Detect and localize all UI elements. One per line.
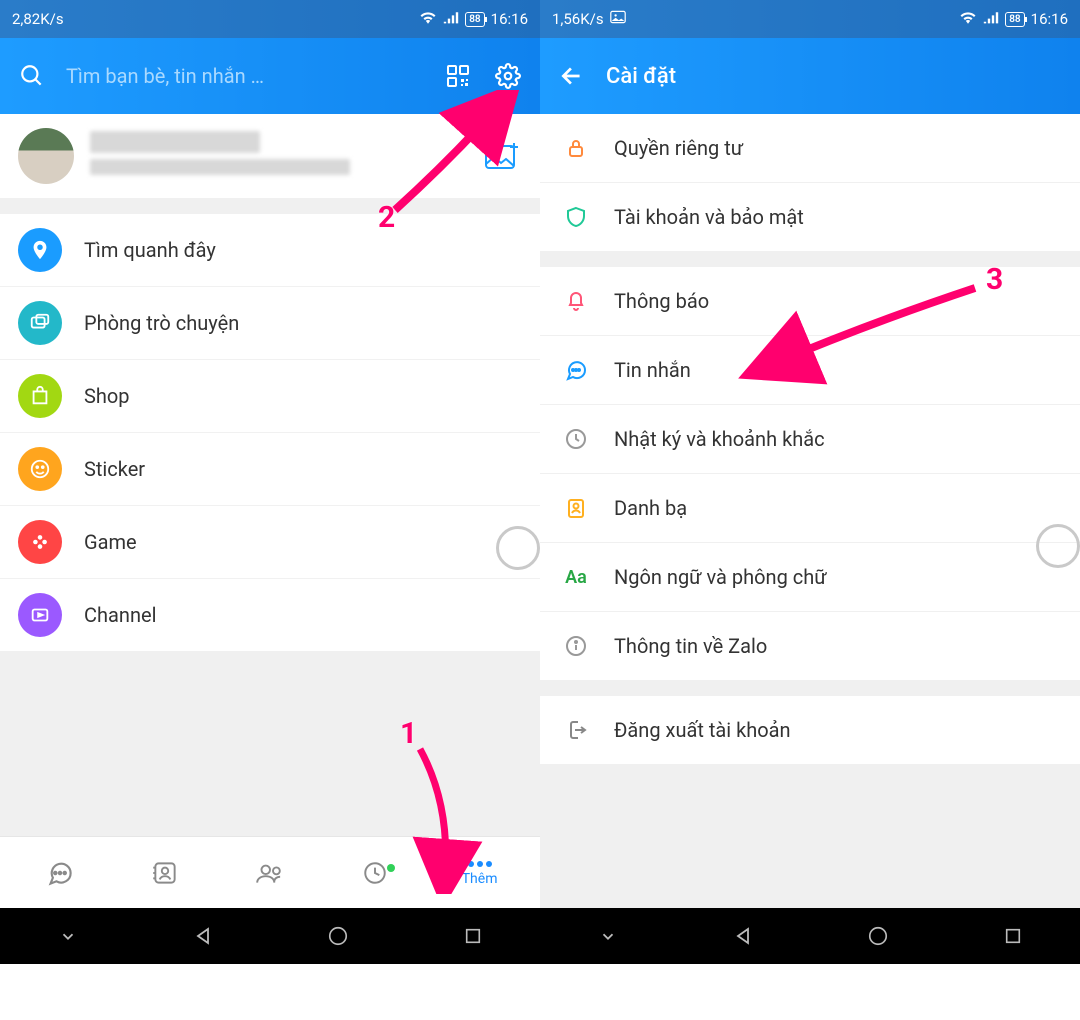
info-icon [562, 632, 590, 660]
search-input[interactable]: Tìm bạn bè, tin nhắn … [66, 64, 424, 88]
android-home-icon[interactable] [325, 923, 351, 949]
shop-bag-icon [18, 374, 62, 418]
menu-sticker[interactable]: Sticker [0, 433, 540, 506]
network-speed: 1,56K/s [552, 10, 604, 28]
contact-icon [562, 494, 590, 522]
android-nav-bar [0, 908, 540, 964]
nav-timeline[interactable] [322, 860, 427, 886]
nav-messages[interactable] [8, 860, 113, 886]
settings-group-general: Thông báo Tin nhắn Nhật ký và khoảnh khắ… [540, 267, 1080, 680]
status-bar: 2,82K/s 88 16:16 [0, 0, 540, 38]
battery-icon: 88 [1005, 12, 1024, 27]
battery-icon: 88 [465, 12, 484, 27]
settings-header: Cài đặt [540, 38, 1080, 114]
more-menu-list: Tìm quanh đây Phòng trò chuyện Shop Stic… [0, 214, 540, 651]
menu-shop[interactable]: Shop [0, 360, 540, 433]
wifi-icon [959, 10, 977, 28]
message-icon [562, 356, 590, 384]
avatar [18, 128, 74, 184]
floating-button[interactable] [1036, 524, 1080, 568]
settings-language[interactable]: Aa Ngôn ngữ và phông chữ [540, 543, 1080, 612]
floating-button[interactable] [496, 526, 540, 570]
android-home-icon[interactable] [865, 923, 891, 949]
notification-dot [387, 864, 395, 872]
back-icon[interactable] [556, 60, 588, 92]
settings-group-privacy: Quyền riêng tư Tài khoản và bảo mật [540, 114, 1080, 251]
shield-icon [562, 203, 590, 231]
settings-contacts[interactable]: Danh bạ [540, 474, 1080, 543]
bottom-nav: Thêm [0, 836, 540, 908]
qr-icon[interactable] [442, 60, 474, 92]
phone-left: 2,82K/s 88 16:16 Tìm bạn bè, tin nhắn … [0, 0, 540, 964]
search-icon[interactable] [16, 60, 48, 92]
settings-timeline[interactable]: Nhật ký và khoảnh khắc [540, 405, 1080, 474]
lock-icon [562, 134, 590, 162]
menu-channel[interactable]: Channel [0, 579, 540, 651]
nav-more[interactable]: Thêm [427, 859, 532, 887]
page-title: Cài đặt [606, 64, 676, 89]
smile-icon [18, 447, 62, 491]
profile-row[interactable] [0, 114, 540, 198]
wifi-icon [419, 10, 437, 28]
signal-icon [443, 10, 459, 28]
picture-icon [610, 10, 626, 28]
android-back-icon[interactable] [730, 923, 756, 949]
clock-time: 16:16 [1031, 10, 1068, 28]
android-recent-icon[interactable] [1000, 923, 1026, 949]
profile-name-obscured [90, 131, 466, 181]
android-recent-icon[interactable] [460, 923, 486, 949]
android-nav-bar [540, 908, 1080, 964]
android-back-icon[interactable] [190, 923, 216, 949]
settings-messages[interactable]: Tin nhắn [540, 336, 1080, 405]
nav-groups[interactable] [218, 860, 323, 886]
tv-icon [18, 593, 62, 637]
settings-logout[interactable]: Đăng xuất tài khoản [540, 696, 1080, 764]
logout-icon [562, 716, 590, 744]
phone-right: 1,56K/s 88 16:16 Cài đặt [540, 0, 1080, 964]
android-expand-icon[interactable] [55, 923, 81, 949]
location-pin-icon [18, 228, 62, 272]
menu-find-nearby[interactable]: Tìm quanh đây [0, 214, 540, 287]
clock-icon [562, 425, 590, 453]
font-icon: Aa [562, 563, 590, 591]
status-bar: 1,56K/s 88 16:16 [540, 0, 1080, 38]
settings-notifications[interactable]: Thông báo [540, 267, 1080, 336]
bell-icon [562, 287, 590, 315]
gamepad-icon [18, 520, 62, 564]
gallery-add-icon[interactable] [482, 140, 522, 172]
menu-game[interactable]: Game [0, 506, 540, 579]
gear-icon[interactable] [492, 60, 524, 92]
settings-privacy[interactable]: Quyền riêng tư [540, 114, 1080, 183]
settings-group-logout: Đăng xuất tài khoản [540, 696, 1080, 764]
annotation-1: 1 [400, 716, 417, 751]
settings-security[interactable]: Tài khoản và bảo mật [540, 183, 1080, 251]
android-expand-icon[interactable] [595, 923, 621, 949]
chat-bubbles-icon [18, 301, 62, 345]
network-speed: 2,82K/s [12, 10, 64, 28]
nav-contacts[interactable] [113, 860, 218, 886]
search-header: Tìm bạn bè, tin nhắn … [0, 38, 540, 114]
menu-chat-room[interactable]: Phòng trò chuyện [0, 287, 540, 360]
clock-time: 16:16 [491, 10, 528, 28]
settings-about[interactable]: Thông tin về Zalo [540, 612, 1080, 680]
signal-icon [983, 10, 999, 28]
